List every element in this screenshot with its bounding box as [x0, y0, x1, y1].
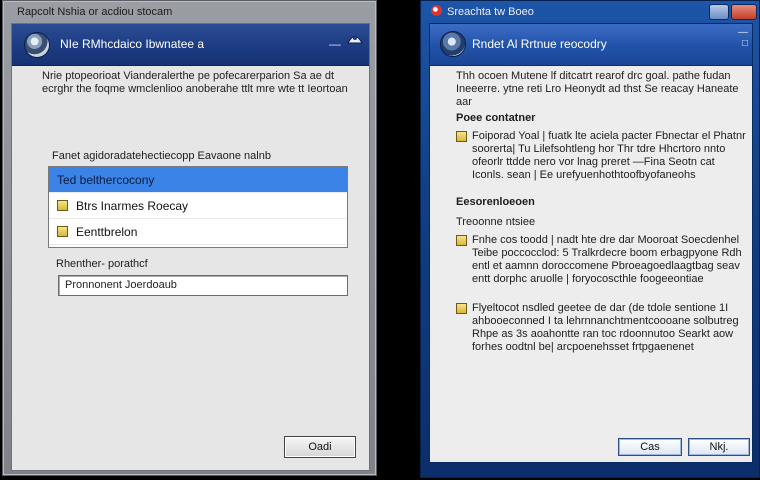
back-orb-icon[interactable] — [24, 32, 50, 58]
help-icon-glyph — [347, 36, 363, 44]
right-intro-text: Thh ocoen Mutene lf ditcatrt rearof drc … — [456, 70, 739, 108]
right-dialog-client: Rndet Al Rrtnue reocodry — □ Thh ocoen M… — [429, 23, 753, 463]
restore-icon[interactable]: □ — [742, 38, 748, 49]
right-window-title: Sreachta tw Boeo — [447, 6, 534, 18]
left-dialog-client: NIe RMhcdaico Ibwnatee a — Nrie ptopeori… — [11, 23, 370, 471]
desktop: Rapcolt Nshia or acdiou stocam NIe RMhcd… — [0, 0, 760, 480]
list-item[interactable]: Btrs Inarmes Roecay — [49, 193, 347, 219]
left-dialog-window: Rapcolt Nshia or acdiou stocam NIe RMhcd… — [2, 0, 377, 476]
option-text: Foiporad Yoal | fuatk lte aciela pacter … — [472, 130, 746, 181]
left-intro-text: Nrie ptopeorioat Vianderalerthe pe pofec… — [42, 70, 348, 95]
close-button[interactable] — [731, 4, 757, 20]
minimize-icon[interactable]: — — [329, 37, 341, 51]
minimize-icon[interactable]: — — [738, 27, 748, 38]
list-item[interactable]: Eenttbrelon — [49, 219, 347, 245]
option-text: Fnhe cos toodd | nadt hte dre dar Mooroa… — [472, 234, 742, 285]
right-header-band: Rndet Al Rrtnue reocodry — □ — [430, 24, 752, 66]
right-header-title: Rndet Al Rrtnue reocodry — [472, 37, 607, 51]
list-label: Fanet agidoradatehectiecopp Eavaone naln… — [52, 150, 271, 162]
back-orb-icon[interactable] — [440, 31, 466, 57]
cancel-button[interactable]: Cas — [618, 438, 682, 456]
left-header-title: NIe RMhcdaico Ibwnatee a — [60, 37, 205, 51]
option-listbox[interactable]: Ted belthercocony Btrs Inarmes Roecay Ee… — [48, 166, 348, 248]
help-icon[interactable] — [345, 28, 365, 48]
text-input-field[interactable]: Pronnonent Joerdoaub — [58, 275, 348, 296]
list-item-selected[interactable]: Ted belthercocony — [49, 167, 347, 193]
left-window-title: Rapcolt Nshia or acdiou stocam — [17, 6, 173, 18]
option-text: Flyeltocot nsdled geetee de dar (de tdol… — [472, 302, 739, 353]
section-title: Poee contatner — [456, 112, 536, 124]
checkbox-icon[interactable] — [456, 235, 467, 246]
app-icon — [431, 5, 442, 16]
checkbox-icon[interactable] — [57, 226, 68, 237]
list-item-label: Ted belthercocony — [57, 173, 155, 187]
left-header-band: NIe RMhcdaico Ibwnatee a — — [12, 24, 369, 66]
section-subtitle: Treoonne ntsiee — [456, 216, 536, 228]
checkbox-icon[interactable] — [57, 200, 68, 211]
right-dialog-window: Sreachta tw Boeo Rndet Al Rrtnue reocodr… — [420, 0, 760, 478]
section-title: Eesorenloeoen — [456, 196, 535, 208]
checkbox-icon[interactable] — [456, 303, 467, 314]
list-item-label: Eenttbrelon — [76, 225, 138, 239]
text-field-label: Rhenther- porathcf — [56, 258, 148, 270]
maximize-button[interactable] — [709, 4, 729, 20]
right-window-titlebar: Sreachta tw Boeo — [421, 1, 759, 23]
list-item-label: Btrs Inarmes Roecay — [76, 199, 189, 213]
ok-button[interactable]: Oadi — [284, 436, 356, 458]
checkbox-icon[interactable] — [456, 131, 467, 142]
ok-button[interactable]: Nkj. — [688, 438, 750, 456]
